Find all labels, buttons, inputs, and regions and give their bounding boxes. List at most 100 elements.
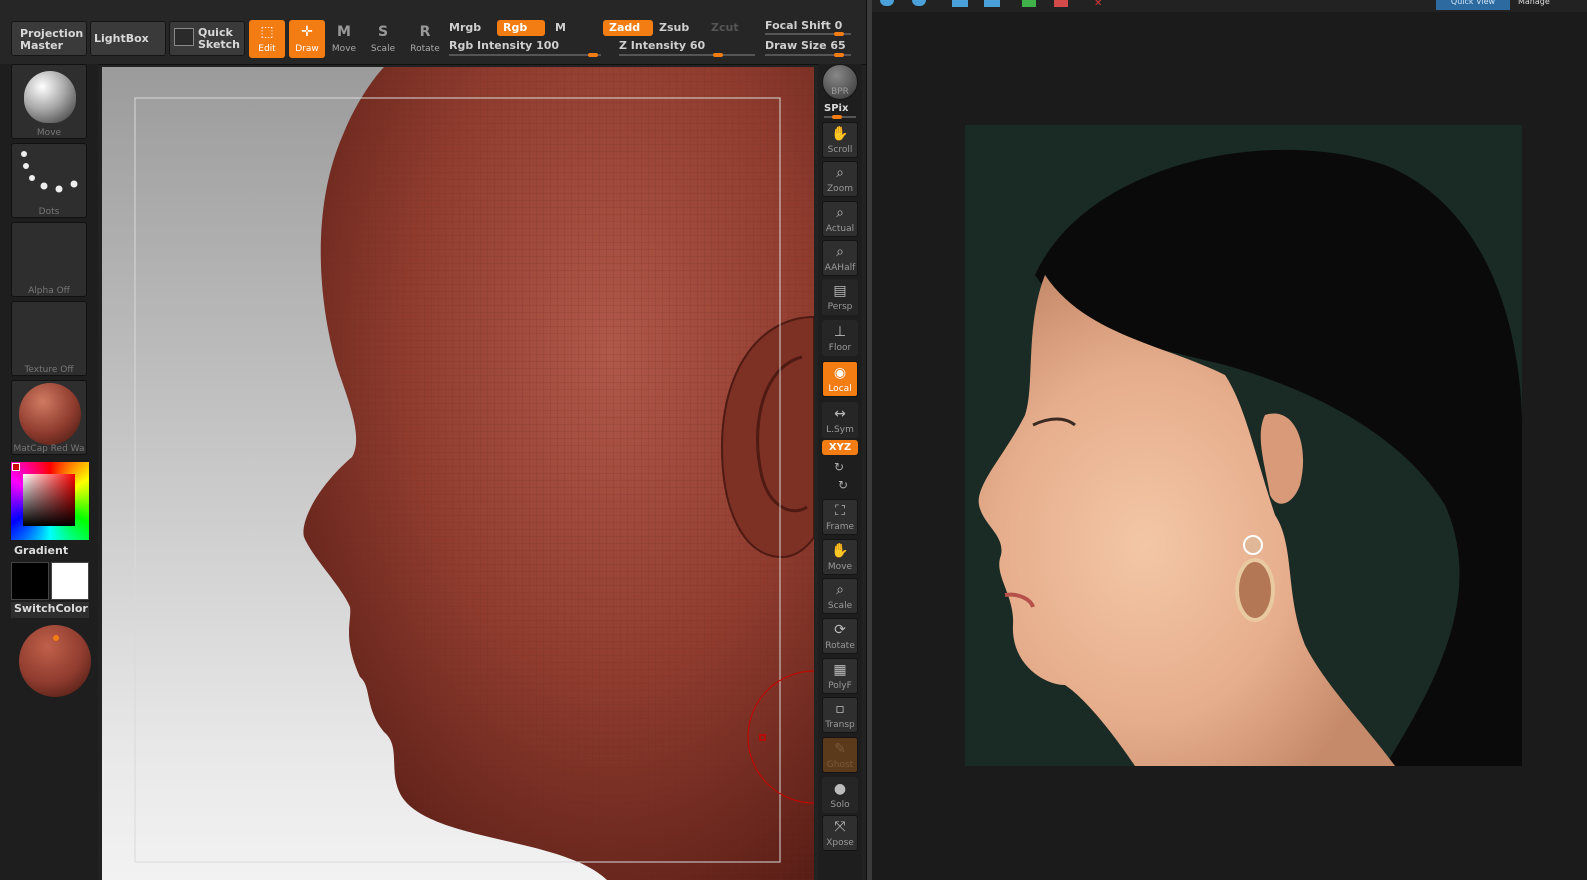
local-label: Local	[828, 384, 852, 394]
scale-view-icon: ⌕	[836, 582, 844, 598]
transp-button[interactable]: ▫ Transp	[822, 697, 858, 733]
transp-icon: ▫	[835, 701, 845, 717]
aahalf-button[interactable]: ⌕ AAHalf	[822, 240, 858, 276]
frame-button[interactable]: ⛶ Frame	[822, 499, 858, 535]
dots-stroke-icon	[21, 151, 78, 193]
manage-tab[interactable]: Manage	[1518, 0, 1550, 10]
color-picker-square[interactable]	[23, 474, 75, 526]
zoom-out-icon[interactable]	[1054, 0, 1068, 7]
lsym-icon: ↔	[834, 406, 846, 422]
draw-icon: ✛	[301, 24, 313, 40]
rgb-intensity-slider[interactable]: Rgb Intensity 100	[449, 39, 559, 52]
tool-scale[interactable]: S Scale	[365, 20, 401, 58]
draw-size-knob[interactable]	[834, 53, 844, 57]
close-icon[interactable]: ✕	[1094, 0, 1102, 9]
tool-draw[interactable]: ✛ Draw	[289, 20, 325, 58]
focal-shift-knob[interactable]	[834, 32, 844, 36]
draw-size-track[interactable]	[765, 53, 851, 57]
left-shelf: Move Dots Alpha Off Texture Off MatCap R…	[0, 64, 98, 880]
m-toggle[interactable]: M	[555, 21, 566, 34]
rotate-view-button[interactable]: ⟳ Rotate	[822, 618, 858, 654]
zsub-toggle[interactable]: Zsub	[659, 21, 689, 34]
z-intensity-track[interactable]	[619, 53, 755, 57]
bpr-button[interactable]: BPR	[822, 64, 858, 100]
quick-view-tab[interactable]: Quick View	[1436, 0, 1510, 10]
focal-shift-slider[interactable]: Focal Shift 0	[765, 19, 842, 32]
zadd-toggle[interactable]: Zadd	[603, 20, 653, 36]
quick-sketch-icon	[174, 28, 194, 46]
spix-track[interactable]	[824, 115, 856, 119]
edit-icon: ⬚	[260, 24, 274, 40]
zoom-button[interactable]: ⌕ Zoom	[822, 161, 858, 197]
xpose-button[interactable]: ⤧ Xpose	[822, 815, 858, 851]
brush-picker[interactable]: Move	[11, 64, 87, 139]
mail-icon[interactable]	[984, 0, 1000, 7]
share-icon[interactable]	[952, 0, 968, 7]
solo-label: Solo	[830, 800, 850, 810]
local-icon: ◉	[833, 365, 847, 381]
lightbox-button[interactable]: LightBox	[90, 21, 166, 56]
ghost-label: Ghost	[826, 760, 854, 770]
rgb-intensity-knob[interactable]	[588, 53, 598, 57]
local-button[interactable]: ◉ Local	[822, 361, 858, 397]
move-view-icon: ✋	[831, 543, 849, 559]
tool-move[interactable]: M Move	[326, 20, 362, 58]
focal-shift-track[interactable]	[765, 32, 851, 36]
color-picker[interactable]	[11, 462, 89, 540]
spix-slider[interactable]: SPix	[824, 103, 848, 114]
main-color-swatch[interactable]	[11, 562, 49, 600]
matcap-sphere-icon	[19, 383, 81, 445]
solo-button[interactable]: ● Solo	[822, 777, 858, 813]
zbrush-window: Projection Master LightBox Quick Sketch …	[0, 0, 868, 880]
floor-button[interactable]: ⊥ Floor	[822, 320, 858, 356]
scale-view-label: Scale	[827, 601, 853, 611]
solo-icon: ●	[833, 781, 847, 797]
document-canvas[interactable]	[102, 67, 814, 880]
floor-icon: ⊥	[833, 324, 847, 340]
lsym-button[interactable]: ↔ L.Sym	[822, 402, 858, 438]
rgb-intensity-track[interactable]	[449, 53, 601, 57]
polyf-button[interactable]: ▦ PolyF	[822, 658, 858, 694]
reference-photo	[965, 125, 1522, 766]
zcut-toggle[interactable]: Zcut	[711, 21, 739, 34]
scroll-icon: ✋	[831, 126, 849, 142]
lsym-label: L.Sym	[826, 425, 854, 435]
material-picker[interactable]: MatCap Red Wa	[11, 380, 87, 455]
z-intensity-slider[interactable]: Z Intensity 60	[619, 39, 705, 52]
gradient-toggle[interactable]: Gradient	[14, 544, 68, 557]
tool-scale-label: Scale	[370, 44, 396, 54]
actual-button[interactable]: ⌕ Actual	[822, 201, 858, 237]
rotate-z-icon[interactable]: ↻	[838, 478, 848, 492]
persp-button[interactable]: ▤ Persp	[822, 279, 858, 315]
xyz-button[interactable]: XYZ	[822, 440, 858, 455]
polyf-icon: ▦	[833, 662, 847, 678]
draw-size-slider[interactable]: Draw Size 65	[765, 39, 846, 52]
z-intensity-knob[interactable]	[713, 53, 723, 57]
stroke-picker[interactable]: Dots	[11, 143, 87, 218]
forward-icon[interactable]	[912, 0, 926, 6]
secondary-color-swatch[interactable]	[51, 562, 89, 600]
move-view-button[interactable]: ✋ Move	[822, 539, 858, 575]
tool-edit[interactable]: ⬚ Edit	[249, 20, 285, 58]
back-icon[interactable]	[880, 0, 894, 6]
scroll-label: Scroll	[827, 145, 853, 155]
clay-head-model	[134, 67, 814, 880]
scroll-button[interactable]: ✋ Scroll	[822, 122, 858, 158]
stroke-label: Dots	[38, 207, 60, 217]
rotate-y-icon[interactable]: ↻	[834, 460, 844, 474]
ghost-button[interactable]: ✎ Ghost	[822, 737, 858, 773]
scale-view-button[interactable]: ⌕ Scale	[822, 578, 858, 614]
alpha-picker[interactable]: Alpha Off	[11, 222, 87, 297]
mrgb-toggle[interactable]: Mrgb	[449, 21, 481, 34]
texture-picker[interactable]: Texture Off	[11, 301, 87, 376]
preview-dot-icon	[53, 635, 59, 641]
transp-label: Transp	[825, 720, 855, 730]
spix-knob[interactable]	[832, 115, 842, 119]
projection-master-button[interactable]: Projection Master	[11, 21, 87, 56]
zoom-in-icon[interactable]	[1022, 0, 1036, 7]
switch-color-button[interactable]: SwitchColor	[11, 602, 89, 618]
tool-rotate-label: Rotate	[410, 44, 440, 54]
rgb-toggle[interactable]: Rgb	[497, 20, 545, 36]
color-marker-icon	[12, 463, 20, 471]
tool-rotate[interactable]: R Rotate	[407, 20, 443, 58]
